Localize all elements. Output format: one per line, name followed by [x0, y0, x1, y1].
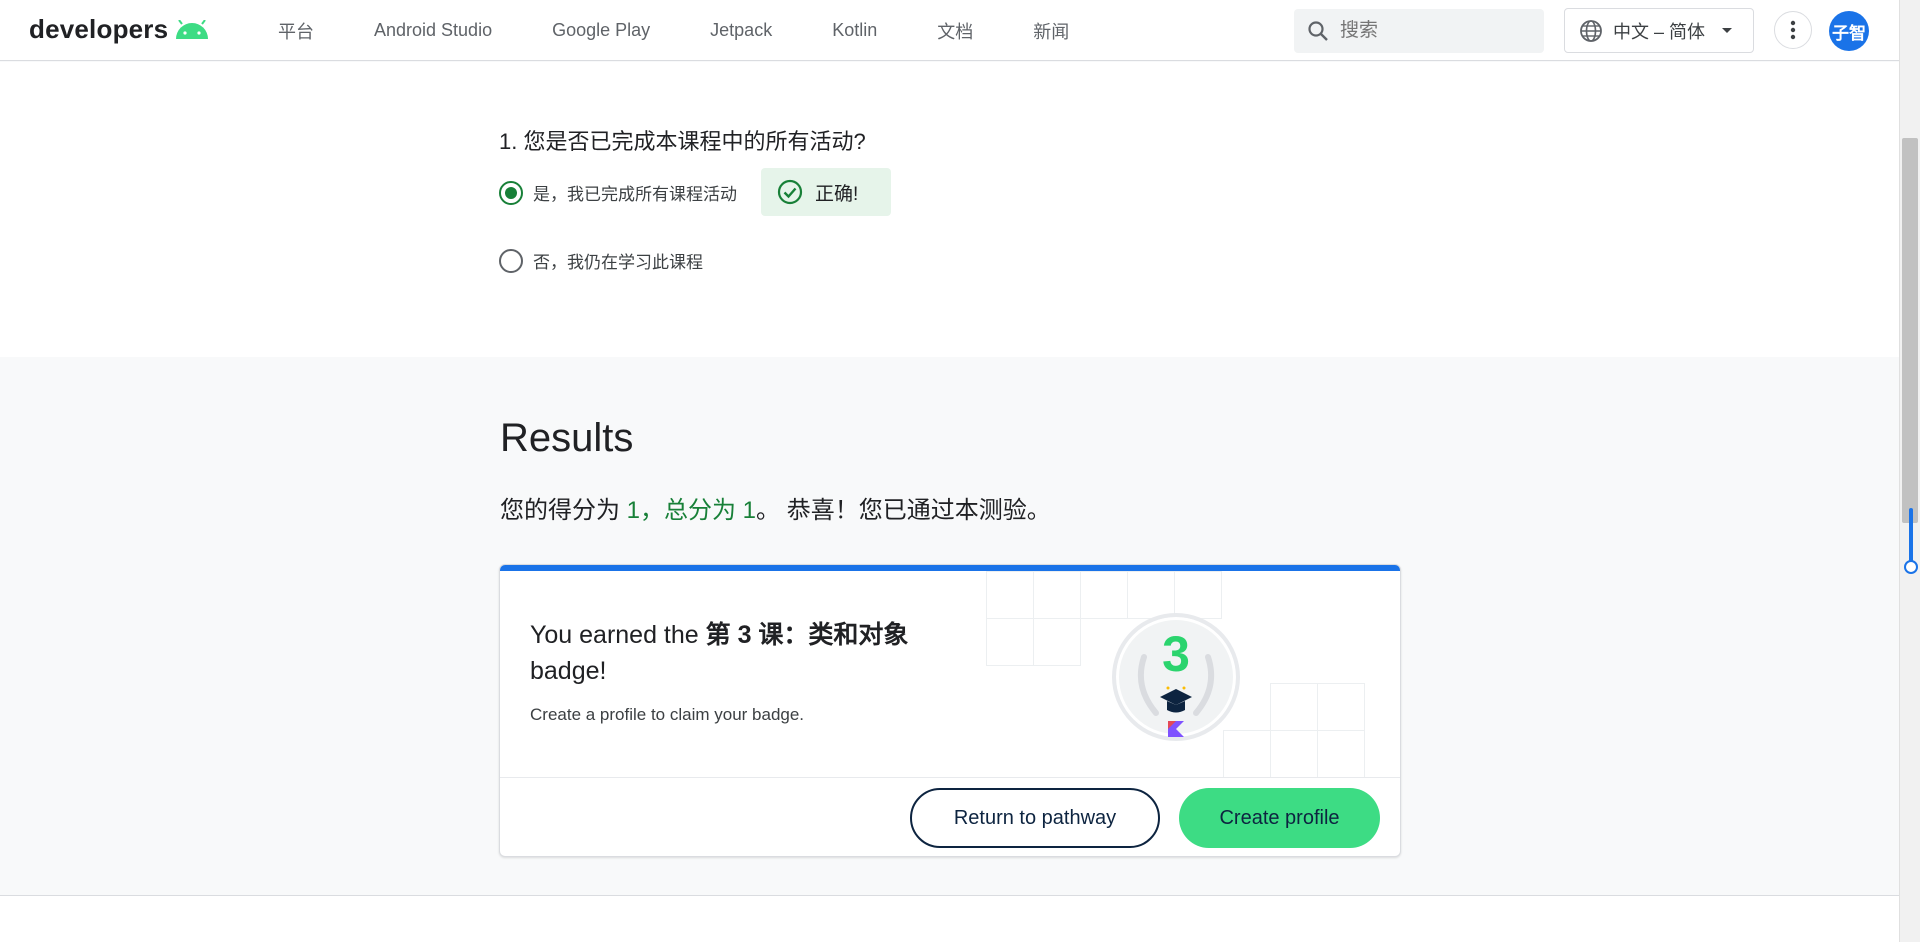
badge-subtext: Create a profile to claim your badge.: [530, 705, 805, 724]
score-suffix: 。 恭喜！您已通过本测验。: [756, 497, 1051, 524]
return-to-pathway-button[interactable]: Return to pathway: [910, 788, 1160, 848]
earned-suffix: badge!: [530, 657, 607, 685]
option-yes[interactable]: 是，我已完成所有课程活动: [499, 180, 737, 205]
globe-icon: [1580, 19, 1602, 42]
results-heading: Results: [500, 416, 634, 460]
chevron-down-icon: [1722, 27, 1733, 33]
more-vert-icon: [1790, 20, 1796, 40]
search-input[interactable]: [1340, 20, 1520, 42]
create-profile-button[interactable]: Create profile: [1179, 788, 1380, 848]
score-prefix: 您的得分为: [500, 497, 627, 524]
course-badge: 3: [1112, 613, 1240, 741]
language-selector[interactable]: 中文 – 简体: [1564, 8, 1754, 53]
option-no-label: 否，我仍在学习此课程: [533, 253, 703, 272]
nav-item-platform[interactable]: 平台: [278, 18, 314, 44]
badge-earned-heading: You earned the 第 3 课：类和对象 badge!: [530, 617, 950, 689]
nav-item-android-studio[interactable]: Android Studio: [374, 20, 492, 41]
language-label: 中文 – 简体: [1613, 21, 1706, 42]
search-box[interactable]: [1294, 9, 1544, 53]
search-icon: [1308, 21, 1328, 41]
question-title: 1. 您是否已完成本课程中的所有活动?: [499, 129, 866, 154]
check-circle-icon: [777, 179, 803, 205]
logo-text: developers: [29, 14, 169, 44]
site-logo[interactable]: developers: [29, 14, 210, 45]
badge-card-actions: Return to pathway Create profile: [500, 777, 1400, 856]
kotlin-logo-icon: [1168, 721, 1184, 737]
badge-card: You earned the 第 3 课：类和对象 badge! Create …: [499, 564, 1401, 857]
option-no[interactable]: 否，我仍在学习此课程: [499, 248, 703, 273]
more-options-button[interactable]: [1774, 11, 1812, 49]
scroll-knob[interactable]: [1904, 560, 1918, 574]
next-section-edge: [0, 895, 1899, 942]
avatar[interactable]: 子智: [1829, 11, 1869, 51]
nav-item-news[interactable]: 新闻: [1033, 18, 1069, 44]
top-app-bar: developers 平台 Android Studio Google Play…: [0, 0, 1899, 61]
scroll-indicator: [1909, 508, 1913, 565]
top-nav: 平台 Android Studio Google Play Jetpack Ko…: [278, 0, 1129, 61]
graduation-cap-icon: [1160, 686, 1192, 713]
question-section: 1. 您是否已完成本课程中的所有活动? 是，我已完成所有课程活动 正确! 否，我…: [0, 62, 1899, 357]
radio-no[interactable]: [499, 248, 523, 273]
grid-decoration-bottom: [1220, 683, 1370, 783]
nav-item-jetpack[interactable]: Jetpack: [710, 20, 772, 41]
score-summary: 您的得分为 1，总分为 1。 恭喜！您已通过本测验。: [500, 490, 1051, 525]
feedback-text: 正确!: [815, 183, 859, 205]
scrollbar[interactable]: [1899, 0, 1920, 942]
nav-item-google-play[interactable]: Google Play: [552, 20, 650, 41]
correct-feedback: 正确!: [761, 168, 891, 216]
option-yes-label: 是，我已完成所有课程活动: [533, 185, 737, 204]
score-value: 1，总分为 1: [626, 497, 757, 524]
earned-prefix: You earned the: [530, 621, 706, 649]
badge-name: 第 3 课：类和对象: [705, 621, 909, 649]
radio-yes[interactable]: [499, 180, 523, 205]
nav-item-kotlin[interactable]: Kotlin: [832, 20, 877, 41]
badge-card-body: You earned the 第 3 课：类和对象 badge! Create …: [500, 571, 1400, 778]
scrollbar-thumb[interactable]: [1902, 138, 1918, 523]
android-logo-icon: [176, 19, 209, 39]
nav-item-docs[interactable]: 文档: [937, 18, 973, 44]
